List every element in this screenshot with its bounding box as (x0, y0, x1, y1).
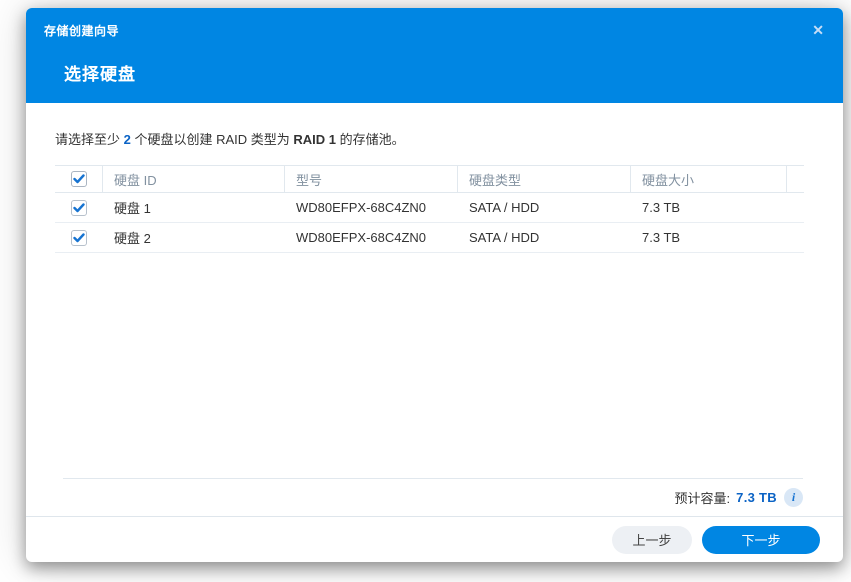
column-header-model: 型号 (285, 166, 458, 192)
disk-model-cell: WD80EFPX-68C4ZN0 (285, 193, 458, 222)
back-button[interactable]: 上一步 (612, 526, 692, 554)
instruction-middle: 个硬盘以创建 RAID 类型为 (131, 132, 294, 147)
min-disk-count: 2 (124, 132, 131, 147)
table-row[interactable]: 硬盘 2 WD80EFPX-68C4ZN0 SATA / HDD 7.3 TB (55, 223, 804, 253)
header-checkbox-cell (55, 166, 103, 192)
row-filler (787, 193, 804, 222)
disk-id-cell: 硬盘 2 (103, 223, 285, 252)
disk-type-cell: SATA / HDD (458, 193, 631, 222)
step-title: 选择硬盘 (64, 60, 136, 85)
capacity-bar: 预计容量: 7.3 TB i (63, 478, 803, 516)
info-icon[interactable]: i (784, 488, 803, 507)
next-button[interactable]: 下一步 (702, 526, 820, 554)
dialog-footer: 上一步 下一步 (26, 516, 843, 562)
row-checkbox-cell (55, 223, 103, 252)
raid-type: RAID 1 (293, 132, 336, 147)
row-filler (787, 223, 804, 252)
capacity-value: 7.3 TB (736, 490, 777, 505)
disk-size-cell: 7.3 TB (631, 193, 787, 222)
disk-id-cell: 硬盘 1 (103, 193, 285, 222)
column-header-disk-size: 硬盘大小 (631, 166, 787, 192)
disk-1-checkbox[interactable] (71, 200, 87, 216)
dialog-title: 存储创建向导 (44, 22, 119, 39)
disk-table: 硬盘 ID 型号 硬盘类型 硬盘大小 硬盘 1 WD80EFPX-68C4ZN0 (55, 165, 804, 253)
instruction-text: 请选择至少 2 个硬盘以创建 RAID 类型为 RAID 1 的存储池。 (55, 129, 814, 148)
close-icon[interactable]: ✕ (812, 23, 824, 37)
disk-table-header: 硬盘 ID 型号 硬盘类型 硬盘大小 (55, 165, 804, 193)
dialog-header: 存储创建向导 选择硬盘 ✕ (26, 8, 843, 103)
row-checkbox-cell (55, 193, 103, 222)
disk-type-cell: SATA / HDD (458, 223, 631, 252)
disk-2-checkbox[interactable] (71, 230, 87, 246)
column-header-filler (787, 166, 804, 192)
column-header-disk-id: 硬盘 ID (103, 166, 285, 192)
instruction-prefix: 请选择至少 (55, 132, 124, 147)
storage-creation-wizard-dialog: 存储创建向导 选择硬盘 ✕ 请选择至少 2 个硬盘以创建 RAID 类型为 RA… (26, 8, 843, 562)
disk-size-cell: 7.3 TB (631, 223, 787, 252)
column-header-disk-type: 硬盘类型 (458, 166, 631, 192)
disk-model-cell: WD80EFPX-68C4ZN0 (285, 223, 458, 252)
dialog-body: 请选择至少 2 个硬盘以创建 RAID 类型为 RAID 1 的存储池。 硬盘 … (26, 103, 843, 478)
screen-background: 存储创建向导 选择硬盘 ✕ 请选择至少 2 个硬盘以创建 RAID 类型为 RA… (0, 0, 851, 582)
capacity-label: 预计容量: (675, 488, 731, 507)
table-row[interactable]: 硬盘 1 WD80EFPX-68C4ZN0 SATA / HDD 7.3 TB (55, 193, 804, 223)
instruction-suffix: 的存储池。 (336, 132, 405, 147)
select-all-checkbox[interactable] (71, 171, 87, 187)
